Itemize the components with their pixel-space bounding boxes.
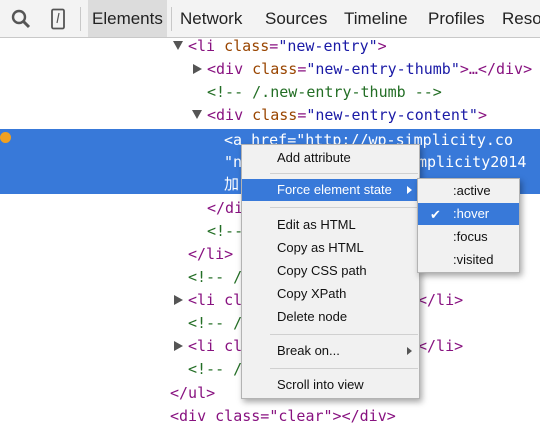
- tree-node[interactable]: <div class="new-entry-thumb">…</div>: [207, 58, 532, 81]
- checkmark-icon: ✔: [430, 207, 441, 222]
- attr-value: "new-entry-thumb": [306, 60, 460, 78]
- tab-divider: [171, 7, 172, 31]
- menu-item-force-element-state[interactable]: Force element state: [242, 179, 419, 201]
- expand-triangle-icon[interactable]: [173, 41, 183, 50]
- attr-name: class: [243, 106, 298, 124]
- tree-node[interactable]: </li>: [188, 243, 233, 266]
- menu-item-copy-xpath[interactable]: Copy XPath: [242, 283, 419, 305]
- tree-comment[interactable]: <!-- /: [188, 312, 242, 335]
- attr-eq: =: [269, 37, 279, 55]
- attr-name: class: [243, 60, 298, 78]
- collapsed-triangle-icon[interactable]: [193, 64, 202, 74]
- breakpoint-marker[interactable]: [0, 132, 11, 143]
- menu-item-label: Force element state: [277, 182, 392, 197]
- tree-node-end[interactable]: </li>: [418, 335, 463, 358]
- tree-node[interactable]: <li cl: [188, 289, 242, 312]
- state-item-active[interactable]: :active: [418, 180, 519, 202]
- tab-profiles[interactable]: Profiles: [424, 0, 489, 37]
- tag-close: >: [477, 106, 487, 124]
- attr-eq: =: [297, 60, 307, 78]
- menu-separator: [270, 334, 418, 335]
- collapsed-triangle-icon[interactable]: [174, 341, 183, 351]
- state-item-label: :hover: [453, 206, 490, 221]
- tab-timeline[interactable]: Timeline: [340, 0, 412, 37]
- tab-sources[interactable]: Sources: [261, 0, 331, 37]
- menu-item-label: Scroll into view: [277, 377, 364, 392]
- toolbar-divider: [80, 7, 81, 31]
- tag-open: <: [207, 60, 217, 78]
- state-item-label: :visited: [453, 252, 494, 267]
- tree-node[interactable]: <li class="new-entry">: [188, 35, 387, 58]
- mobile-device-icon[interactable]: [47, 8, 69, 30]
- menu-item-label: Break on...: [277, 343, 340, 358]
- tree-comment[interactable]: <!-- /.new-entry-thumb -->: [207, 81, 442, 104]
- tag-name: li: [197, 37, 216, 55]
- menu-item-scroll-into-view[interactable]: Scroll into view: [242, 374, 419, 396]
- tree-node-end[interactable]: </li>: [418, 289, 463, 312]
- menu-item-delete-node[interactable]: Delete node: [242, 306, 419, 328]
- attr-eq: =: [297, 106, 307, 124]
- tag-name: div: [216, 60, 244, 78]
- state-item-label: :active: [453, 183, 491, 198]
- tree-node[interactable]: <div class="clear"></div>: [170, 405, 396, 428]
- state-item-label: :focus: [453, 229, 488, 244]
- menu-item-break-on[interactable]: Break on...: [242, 340, 419, 362]
- tab-elements[interactable]: Elements: [88, 0, 167, 37]
- selected-node-line[interactable]: "n: [224, 151, 242, 174]
- tag-close: >: [377, 37, 387, 55]
- menu-item-edit-as-html[interactable]: Edit as HTML: [242, 214, 419, 236]
- tree-comment[interactable]: <!--: [207, 220, 243, 243]
- tree-comment[interactable]: <!-- /: [188, 358, 242, 381]
- context-menu: Add attribute Force element state Edit a…: [241, 144, 420, 399]
- tree-node[interactable]: </di: [207, 197, 243, 220]
- menu-item-copy-css-path[interactable]: Copy CSS path: [242, 260, 419, 282]
- submenu-arrow-icon: [407, 347, 412, 355]
- menu-separator: [270, 207, 418, 208]
- menu-separator: [270, 173, 418, 174]
- force-state-submenu: :active ✔ :hover :focus :visited: [417, 178, 520, 273]
- tag-close: >…</div>: [459, 60, 533, 78]
- attr-value: "new-entry": [278, 37, 378, 55]
- menu-item-label: Add attribute: [277, 150, 351, 165]
- tag-name: div: [216, 106, 244, 124]
- selected-node-line[interactable]: 加: [224, 173, 239, 196]
- submenu-arrow-icon: [407, 186, 412, 194]
- menu-item-copy-as-html[interactable]: Copy as HTML: [242, 237, 419, 259]
- menu-separator: [270, 368, 418, 369]
- tree-node[interactable]: </ul>: [170, 382, 215, 405]
- menu-item-label: Copy CSS path: [277, 263, 367, 278]
- tree-comment[interactable]: <!-- /: [188, 266, 242, 289]
- tree-node[interactable]: <li cl: [188, 335, 242, 358]
- menu-item-add-attribute[interactable]: Add attribute: [242, 147, 419, 169]
- attr-value: "new-entry-content": [306, 106, 478, 124]
- menu-item-label: Copy XPath: [277, 286, 347, 301]
- expand-triangle-icon[interactable]: [192, 110, 202, 119]
- state-item-visited[interactable]: :visited: [418, 249, 519, 271]
- menu-item-label: Edit as HTML: [277, 217, 356, 232]
- devtools-toolbar: Elements Network Sources Timeline Profil…: [0, 0, 540, 38]
- state-item-focus[interactable]: :focus: [418, 226, 519, 248]
- menu-item-label: Delete node: [277, 309, 348, 324]
- state-item-hover[interactable]: ✔ :hover: [418, 203, 519, 225]
- tag-open: <: [207, 106, 217, 124]
- attr-name: class: [215, 37, 270, 55]
- tree-node[interactable]: <div class="new-entry-content">: [207, 104, 487, 127]
- tab-resources[interactable]: Reso: [498, 0, 540, 37]
- collapsed-triangle-icon[interactable]: [174, 295, 183, 305]
- tab-network[interactable]: Network: [176, 0, 246, 37]
- tag-open: <: [188, 37, 198, 55]
- selected-node-line[interactable]: mplicity2014: [418, 151, 526, 174]
- menu-item-label: Copy as HTML: [277, 240, 364, 255]
- search-icon[interactable]: [10, 8, 32, 30]
